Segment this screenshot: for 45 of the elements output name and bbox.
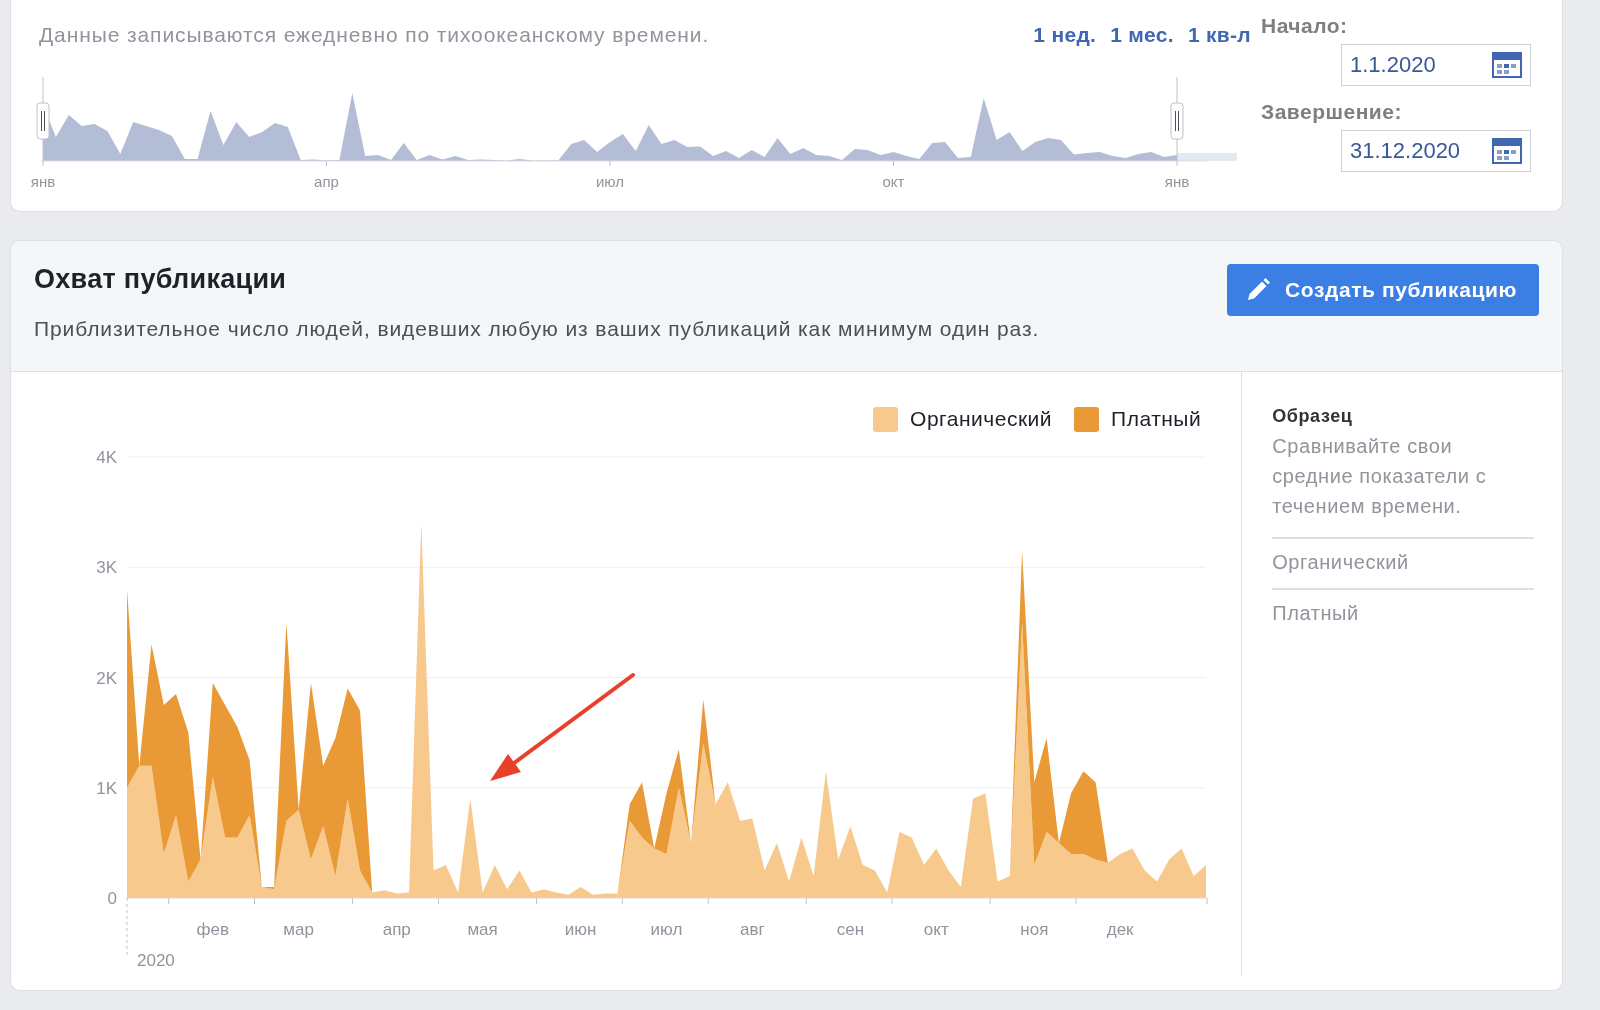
- range-link[interactable]: 1 мес.: [1110, 23, 1174, 47]
- calendar-icon[interactable]: [1492, 138, 1522, 164]
- x-axis-label: фев: [196, 920, 230, 939]
- year-label: 2020: [137, 951, 175, 970]
- y-axis-label: 0: [107, 889, 117, 908]
- overview-tail: [1177, 153, 1237, 161]
- pencil-icon: [1245, 277, 1271, 303]
- x-axis-label: мар: [283, 920, 314, 939]
- x-axis-label: ноя: [1020, 920, 1049, 939]
- y-axis-label: 2K: [96, 668, 117, 688]
- create-post-button[interactable]: Создать публикацию: [1227, 264, 1539, 316]
- y-axis-label: 1K: [96, 778, 117, 798]
- x-axis-label: апр: [382, 920, 411, 939]
- range-link[interactable]: 1 кв-л: [1187, 23, 1251, 47]
- overview-month-label: июл: [595, 173, 625, 190]
- x-axis-label: мая: [467, 920, 498, 939]
- legend-label: Платный: [1111, 407, 1202, 431]
- start-date-field[interactable]: 1.1.2020: [1341, 44, 1531, 86]
- card-title: Охват публикации: [34, 264, 288, 295]
- sidebar-text: Сравнивайте свои средние показатели с течением времени.: [1272, 431, 1534, 539]
- card-description: Приблизительное число людей, видевших любую из ваших публикаций как минимум один раз.: [34, 317, 1040, 341]
- sidebar-title: Образец: [1272, 406, 1354, 427]
- x-axis-label: июн: [564, 920, 597, 939]
- x-axis-label: дек: [1106, 920, 1134, 939]
- range-link[interactable]: 1 нед.: [1033, 23, 1097, 47]
- sidebar-item[interactable]: Платный: [1272, 590, 1534, 639]
- overview-month-label: апр: [314, 173, 339, 190]
- calendar-icon[interactable]: [1492, 52, 1522, 78]
- overview-month-label: окт: [882, 173, 905, 190]
- start-date-label: Начало:: [1261, 14, 1349, 39]
- x-axis-label: июл: [650, 920, 683, 939]
- range-end-handle[interactable]: [1170, 76, 1184, 162]
- end-date-field[interactable]: 31.12.2020: [1341, 130, 1531, 172]
- y-axis-label: 3K: [96, 558, 117, 578]
- y-axis-label: 4K: [96, 448, 117, 467]
- sidebar-item[interactable]: Органический: [1272, 539, 1534, 590]
- legend-label: Органический: [910, 407, 1053, 431]
- x-axis-label: авг: [740, 920, 765, 939]
- x-axis-label: сен: [836, 920, 865, 939]
- end-date-label: Завершение:: [1261, 100, 1403, 125]
- range-start-handle[interactable]: [36, 76, 50, 162]
- overview-month-label: янв: [30, 173, 56, 190]
- timezone-note: Данные записываются ежедневно по тихоокеанскому времени.: [39, 23, 710, 47]
- overview-month-label: янв: [1164, 173, 1190, 190]
- x-axis-label: окт: [923, 920, 949, 939]
